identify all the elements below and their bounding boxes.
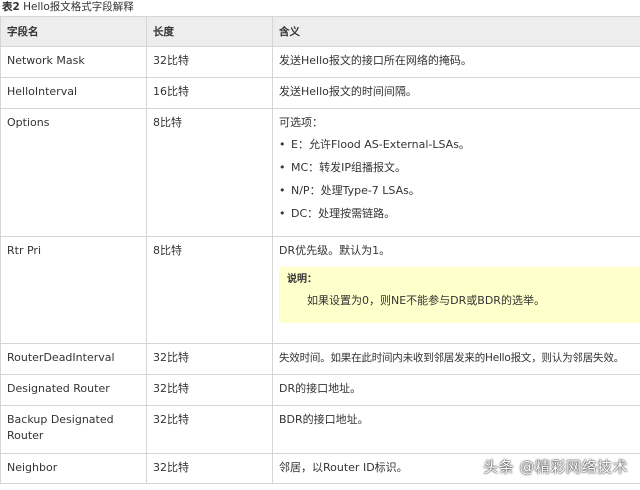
table-caption: 表2 Hello报文格式字段解释: [2, 0, 134, 14]
field-name-cell: Rtr Pri: [0, 236, 147, 344]
length-cell: 8比特: [146, 108, 273, 237]
length-cell: 32比特: [146, 405, 273, 454]
list-item: DC：处理按需链路。: [279, 206, 634, 229]
length-cell: 32比特: [146, 343, 273, 375]
note-text: 如果设置为0，则NE不能参与DR或BDR的选举。: [307, 294, 545, 307]
table-row: HelloInterval 16比特 发送Hello报文的时间间隔。: [0, 77, 640, 109]
hello-fields-table: 字段名 长度 含义 Network Mask 32比特 发送Hello报文的接口…: [0, 16, 640, 484]
table-row: Options 8比特 可选项： E：允许Flood AS-External-L…: [0, 108, 640, 237]
meaning-cell: DR的接口地址。: [272, 374, 640, 406]
field-name-cell: Backup Designated Router: [0, 405, 147, 454]
meaning-cell: 发送Hello报文的接口所在网络的掩码。: [272, 46, 640, 78]
header-field-name: 字段名: [0, 16, 147, 47]
caption-title: Hello报文格式字段解释: [23, 1, 134, 13]
length-cell: 32比特: [146, 374, 273, 406]
header-meaning: 含义: [272, 16, 640, 47]
meaning-text: 可选项：: [279, 116, 323, 129]
list-item: MC：转发IP组播报文。: [279, 160, 634, 183]
field-name-cell: Designated Router: [0, 374, 147, 406]
length-cell: 8比特: [146, 236, 273, 344]
field-name-cell: Options: [0, 108, 147, 237]
table-row: Rtr Pri 8比特 DR优先级。默认为1。 说明： 如果设置为0，则NE不能…: [0, 236, 640, 344]
note-title: 说明：: [287, 274, 317, 285]
length-cell: 32比特: [146, 46, 273, 78]
caption-prefix: 表2: [2, 1, 20, 13]
meaning-cell: 可选项： E：允许Flood AS-External-LSAs。 MC：转发IP…: [272, 108, 640, 237]
length-cell: 32比特: [146, 453, 273, 484]
table-row: Backup Designated Router 32比特 BDR的接口地址。: [0, 405, 640, 454]
table-row: Network Mask 32比特 发送Hello报文的接口所在网络的掩码。: [0, 46, 640, 78]
meaning-text: DR优先级。默认为1。: [279, 244, 391, 257]
table-header-row: 字段名 长度 含义: [0, 16, 640, 47]
table-row: RouterDeadInterval 32比特 失效时间。如果在此时间内未收到邻…: [0, 343, 640, 375]
field-name-cell: HelloInterval: [0, 77, 147, 109]
field-name-cell: RouterDeadInterval: [0, 343, 147, 375]
length-cell: 16比特: [146, 77, 273, 109]
meaning-cell: BDR的接口地址。: [272, 405, 640, 454]
meaning-cell: DR优先级。默认为1。 说明： 如果设置为0，则NE不能参与DR或BDR的选举。: [272, 236, 640, 344]
field-name-cell: Neighbor: [0, 453, 147, 484]
watermark-text: 头条 @精彩网络技术: [483, 458, 628, 476]
note-box: 说明： 如果设置为0，则NE不能参与DR或BDR的选举。: [279, 267, 640, 323]
table-row: Designated Router 32比特 DR的接口地址。: [0, 374, 640, 406]
meaning-cell: 发送Hello报文的时间间隔。: [272, 77, 640, 109]
header-length: 长度: [146, 16, 273, 47]
options-list: E：允许Flood AS-External-LSAs。 MC：转发IP组播报文。…: [279, 137, 634, 229]
list-item: N/P：处理Type-7 LSAs。: [279, 183, 634, 206]
list-item: E：允许Flood AS-External-LSAs。: [279, 137, 634, 160]
field-name-cell: Network Mask: [0, 46, 147, 78]
meaning-cell: 失效时间。如果在此时间内未收到邻居发来的Hello报文，则认为邻居失效。: [272, 343, 640, 375]
